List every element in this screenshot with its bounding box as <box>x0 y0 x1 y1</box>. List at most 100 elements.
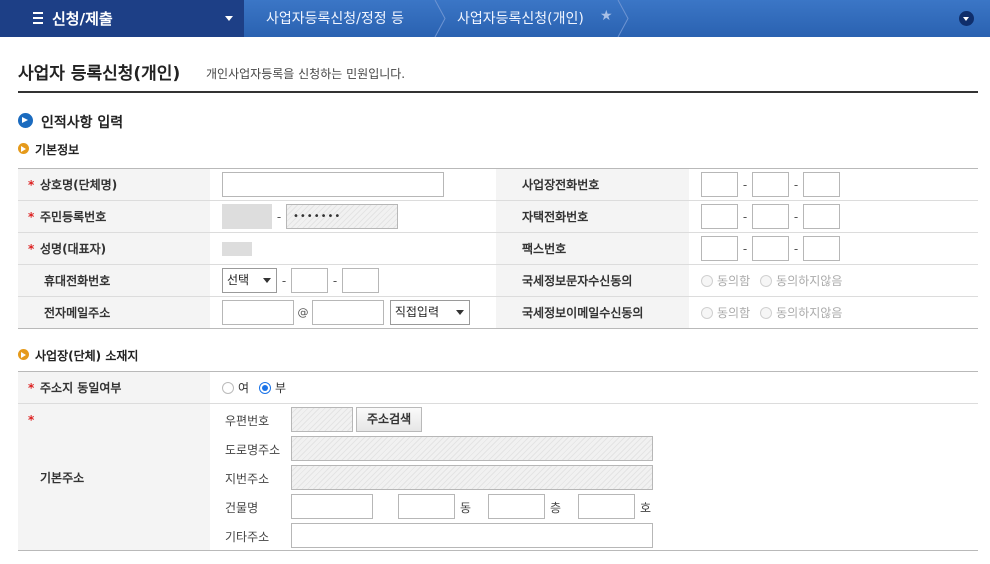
dash: - <box>793 241 799 256</box>
breadcrumb-separator-icon <box>617 0 629 37</box>
biz-phone-part3-input[interactable] <box>803 172 840 197</box>
fax-part3-input[interactable] <box>803 236 840 261</box>
select-value: 직접입력 <box>394 305 439 319</box>
title-divider <box>18 91 978 93</box>
chevron-down-icon <box>455 310 464 315</box>
fax-part2-input[interactable] <box>752 236 789 261</box>
page-description: 개인사업자등록을 신청하는 민원입니다. <box>206 67 406 81</box>
resident-no-back-field: ••••••• <box>286 204 398 229</box>
radio-label: 부 <box>275 381 287 395</box>
address-search-button[interactable]: 주소검색 <box>356 406 423 432</box>
lot-address-label: 지번주소 <box>225 471 270 486</box>
home-phone-part1-input[interactable] <box>701 204 738 229</box>
biz-phone-label: 사업장전화번호 <box>496 168 689 201</box>
biz-phone-part1-input[interactable] <box>701 172 738 197</box>
at-sign: @ <box>297 306 309 319</box>
table-row: 전자메일주소 @ 직접입력 국세정보이메일수신동의 동의함 동의하지않음 <box>18 296 978 329</box>
table-row: 성명(대표자) 팩스번호 - - <box>18 232 978 265</box>
email-domain-select[interactable]: 직접입력 <box>389 300 470 325</box>
building-name-input[interactable] <box>291 493 373 519</box>
sms-consent-label: 국세정보문자수신동의 <box>496 264 689 297</box>
home-phone-part3-input[interactable] <box>803 204 840 229</box>
fax-label: 팩스번호 <box>496 232 689 265</box>
home-phone-part2-input[interactable] <box>752 204 789 229</box>
section-title-personal: 인적사항 입력 <box>41 115 124 131</box>
radio-label: 동의하지않음 <box>776 274 843 288</box>
floor-label: 층 <box>550 500 562 515</box>
table-row: 주민등록번호 -••••••• 자택전화번호 -- <box>18 200 978 233</box>
page-title: 사업자 등록신청(개인) <box>18 64 181 84</box>
building-ho-input[interactable] <box>578 493 635 519</box>
dash: - <box>793 177 799 192</box>
sms-consent-disagree-radio[interactable] <box>760 274 773 287</box>
fax-part1-input[interactable] <box>701 236 738 261</box>
location-table: 주소지 동일여부 여 부 기본주소 우편번호 주소검색 도로명주소 지번주소 <box>18 371 978 551</box>
mobile-part2-input[interactable] <box>291 268 328 293</box>
breadcrumb-item-1[interactable]: 사업자등록신청/정정 등 <box>266 8 404 28</box>
subsection-title-basic: 기본정보 <box>35 143 80 157</box>
table-row: 주소지 동일여부 여 부 <box>18 371 978 404</box>
trade-name-label: 상호명(단체명) <box>18 168 210 201</box>
radio-label: 동의함 <box>717 274 751 288</box>
basic-address-label: 기본주소 <box>18 403 210 551</box>
basic-info-table: 상호명(단체명) 사업장전화번호 -- 주민등록번호 -••••••• 자택전화… <box>18 168 978 329</box>
building-label: 건물명 <box>225 500 259 515</box>
email-label: 전자메일주소 <box>18 296 210 329</box>
mobile-label: 휴대전화번호 <box>18 264 210 297</box>
email-domain-input[interactable] <box>312 300 384 325</box>
section-arrow-icon <box>18 113 33 128</box>
ho-label: 호 <box>640 500 652 515</box>
same-address-yes-radio[interactable] <box>222 381 234 394</box>
zip-input <box>291 406 353 432</box>
resident-no-front-field <box>222 204 272 229</box>
trade-name-input[interactable] <box>222 172 444 197</box>
chevron-down-icon <box>225 16 233 21</box>
name-label: 성명(대표자) <box>18 232 210 265</box>
radio-label: 동의함 <box>717 306 751 320</box>
road-address-label: 도로명주소 <box>225 442 281 457</box>
dash: - <box>742 177 748 192</box>
sms-consent-agree-radio[interactable] <box>701 274 713 287</box>
dash: - <box>281 273 287 288</box>
building-dong-input[interactable] <box>398 493 455 519</box>
main-menu-dropdown[interactable]: 신청/제출 <box>0 0 244 37</box>
radio-label: 동의하지않음 <box>776 306 843 320</box>
subsection-title-location: 사업장(단체) 소재지 <box>35 349 139 363</box>
radio-label: 여 <box>238 381 250 395</box>
same-address-label: 주소지 동일여부 <box>18 371 210 404</box>
same-address-no-radio[interactable] <box>259 381 272 394</box>
etc-address-label: 기타주소 <box>225 529 270 544</box>
breadcrumb-item-2[interactable]: 사업자등록신청(개인) <box>457 8 584 28</box>
masked-value: ••••••• <box>293 211 342 222</box>
expand-menu-icon[interactable] <box>959 11 974 26</box>
name-value <box>222 241 252 256</box>
table-row: 휴대전화번호 선택 - - 국세정보문자수신동의 동의함 동의하지않음 <box>18 264 978 297</box>
dash: - <box>793 209 799 224</box>
dash: - <box>276 209 282 224</box>
biz-phone-part2-input[interactable] <box>752 172 789 197</box>
address-block: 우편번호 주소검색 도로명주소 지번주소 건물명 동 층 호 기타주소 <box>225 405 978 550</box>
email-consent-disagree-radio[interactable] <box>760 306 773 319</box>
subsection-arrow-icon <box>18 349 29 360</box>
dash: - <box>742 209 748 224</box>
chevron-down-icon <box>263 278 271 283</box>
table-row: 상호명(단체명) 사업장전화번호 - - <box>18 168 978 201</box>
lot-address-input <box>291 464 653 490</box>
zip-label: 우편번호 <box>225 413 270 428</box>
dong-label: 동 <box>460 500 472 515</box>
etc-address-input[interactable] <box>291 522 653 548</box>
email-id-input[interactable] <box>222 300 294 325</box>
table-row: 기본주소 우편번호 주소검색 도로명주소 지번주소 건물명 <box>18 403 978 551</box>
road-address-input <box>291 435 653 461</box>
favorite-star-icon[interactable]: ★ <box>600 8 613 24</box>
email-consent-label: 국세정보이메일수신동의 <box>496 296 689 329</box>
select-value: 선택 <box>227 273 250 287</box>
email-consent-agree-radio[interactable] <box>701 306 713 319</box>
resident-no-label: 주민등록번호 <box>18 200 210 233</box>
dash: - <box>742 241 748 256</box>
mobile-prefix-select[interactable]: 선택 <box>222 268 277 293</box>
mobile-part3-input[interactable] <box>342 268 379 293</box>
breadcrumb-separator-icon <box>434 0 446 37</box>
menu-icon <box>33 12 43 24</box>
building-floor-input[interactable] <box>488 493 545 519</box>
